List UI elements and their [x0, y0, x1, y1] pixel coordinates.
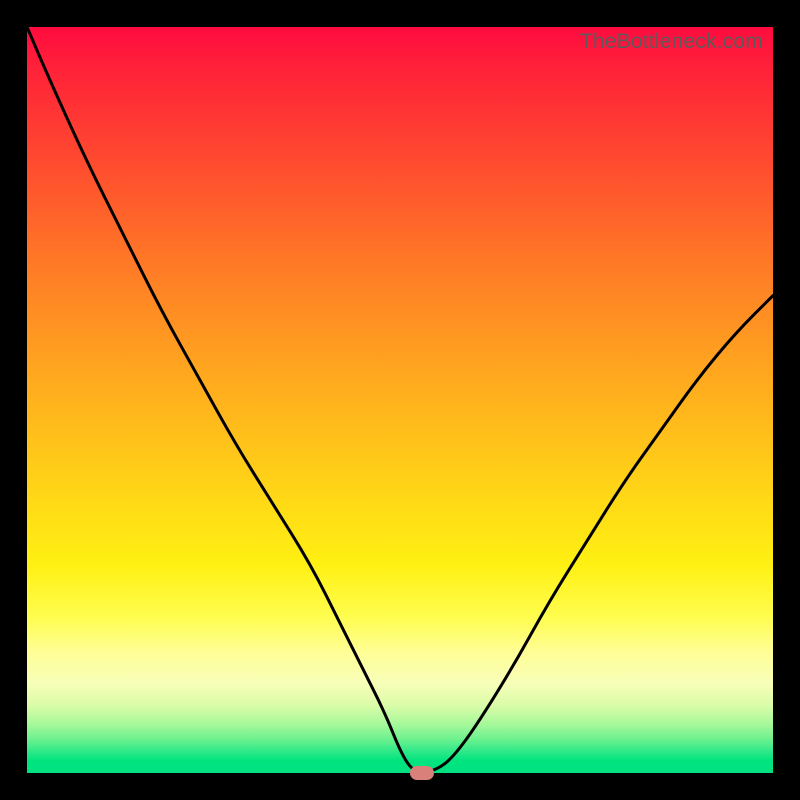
bottleneck-curve [27, 27, 773, 773]
minimum-marker [410, 766, 434, 780]
chart-frame: TheBottleneck.com [0, 0, 800, 800]
plot-area: TheBottleneck.com [27, 27, 773, 773]
